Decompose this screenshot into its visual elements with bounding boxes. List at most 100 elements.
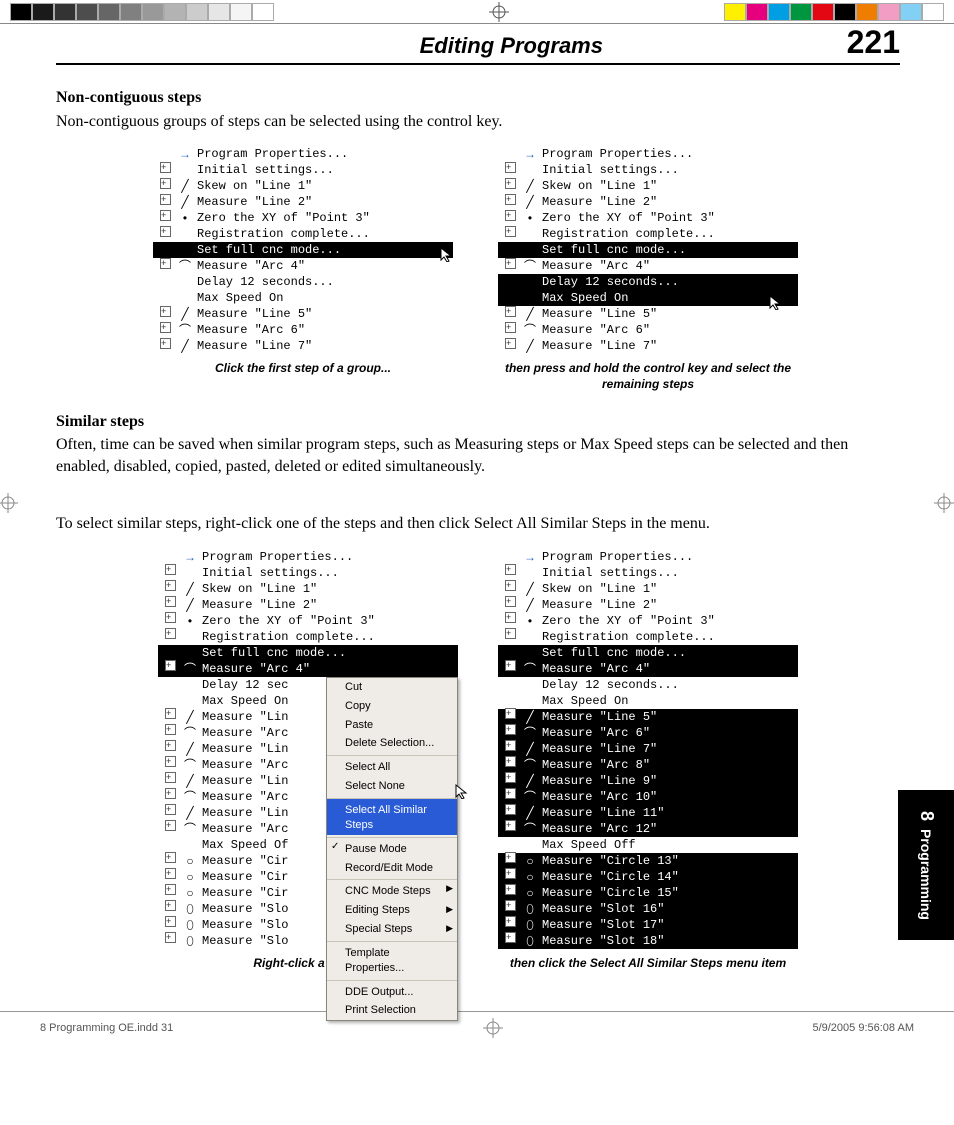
expand-icon[interactable]	[162, 580, 178, 597]
program-step[interactable]: Max Speed On	[498, 693, 798, 709]
program-step[interactable]: ╱Skew on "Line 1"	[498, 178, 798, 194]
expand-icon[interactable]	[502, 740, 518, 757]
menu-item[interactable]: Record/Edit Mode	[327, 859, 457, 878]
program-step[interactable]: Initial settings...	[498, 565, 798, 581]
expand-icon[interactable]	[502, 612, 518, 629]
expand-icon[interactable]	[502, 194, 518, 211]
expand-icon[interactable]	[502, 628, 518, 645]
program-step[interactable]: ⌒Measure "Arc 10"	[498, 789, 798, 805]
menu-item[interactable]: Select None	[327, 777, 457, 796]
program-step[interactable]: ⌒Measure "Arc 4"	[498, 258, 798, 274]
expand-icon[interactable]	[502, 226, 518, 243]
program-step[interactable]: ○Measure "Circle 14"	[498, 869, 798, 885]
expand-icon[interactable]	[162, 660, 178, 677]
expand-icon[interactable]	[502, 852, 518, 869]
program-step[interactable]: ⬯Measure "Slot 18"	[498, 933, 798, 949]
expand-icon[interactable]	[502, 564, 518, 581]
expand-icon[interactable]	[162, 852, 178, 869]
expand-icon[interactable]	[157, 306, 173, 323]
expand-icon[interactable]	[502, 660, 518, 677]
expand-icon[interactable]	[162, 628, 178, 645]
menu-item[interactable]: Paste	[327, 716, 457, 735]
program-step[interactable]: Registration complete...	[153, 226, 453, 242]
expand-icon[interactable]	[502, 868, 518, 885]
expand-icon[interactable]	[502, 788, 518, 805]
expand-icon[interactable]	[162, 756, 178, 773]
menu-item[interactable]: Editing Steps▶	[327, 901, 457, 920]
program-step[interactable]: Set full cnc mode...	[158, 645, 458, 661]
expand-icon[interactable]	[157, 162, 173, 179]
expand-icon[interactable]	[502, 306, 518, 323]
program-step[interactable]: ⌒Measure "Arc 6"	[153, 322, 453, 338]
expand-icon[interactable]	[162, 804, 178, 821]
menu-item[interactable]: Select All Similar Steps	[327, 798, 457, 835]
program-step[interactable]: ╱Measure "Line 9"	[498, 773, 798, 789]
program-step[interactable]: ⌒Measure "Arc 4"	[498, 661, 798, 677]
program-step[interactable]: ╱Measure "Line 2"	[153, 194, 453, 210]
menu-item[interactable]: Special Steps▶	[327, 920, 457, 939]
program-step[interactable]: Registration complete...	[498, 226, 798, 242]
program-step[interactable]: →Program Properties...	[498, 146, 798, 162]
expand-icon[interactable]	[157, 338, 173, 355]
expand-icon[interactable]	[157, 210, 173, 227]
expand-icon[interactable]	[162, 708, 178, 725]
menu-item[interactable]: Template Properties...	[327, 941, 457, 978]
program-step[interactable]: ⬯Measure "Slot 17"	[498, 917, 798, 933]
expand-icon[interactable]	[162, 916, 178, 933]
expand-icon[interactable]	[502, 724, 518, 741]
expand-icon[interactable]	[162, 900, 178, 917]
program-step[interactable]: Set full cnc mode...	[498, 645, 798, 661]
menu-item[interactable]: Cut	[327, 678, 457, 697]
program-step[interactable]: ⌒Measure "Arc 12"	[498, 821, 798, 837]
program-step[interactable]: ╱Measure "Line 2"	[498, 194, 798, 210]
program-step[interactable]: ⌒Measure "Arc 6"	[498, 322, 798, 338]
program-step[interactable]: Delay 12 seconds...	[498, 677, 798, 693]
expand-icon[interactable]	[502, 756, 518, 773]
expand-icon[interactable]	[162, 788, 178, 805]
menu-item[interactable]: Delete Selection...	[327, 734, 457, 753]
expand-icon[interactable]	[157, 178, 173, 195]
program-step[interactable]: ⬯Measure "Slot 16"	[498, 901, 798, 917]
expand-icon[interactable]	[502, 258, 518, 275]
expand-icon[interactable]	[502, 210, 518, 227]
expand-icon[interactable]	[502, 580, 518, 597]
program-step[interactable]: ⌒Measure "Arc 6"	[498, 725, 798, 741]
program-step[interactable]: Registration complete...	[498, 629, 798, 645]
program-step[interactable]: Max Speed On	[153, 290, 453, 306]
expand-icon[interactable]	[157, 194, 173, 211]
program-step[interactable]: Delay 12 seconds...	[498, 274, 798, 290]
expand-icon[interactable]	[157, 226, 173, 243]
expand-icon[interactable]	[502, 820, 518, 837]
program-step[interactable]: •Zero the XY of "Point 3"	[158, 613, 458, 629]
menu-item[interactable]: DDE Output...	[327, 980, 457, 1002]
expand-icon[interactable]	[502, 916, 518, 933]
program-step[interactable]: ╱Skew on "Line 1"	[158, 581, 458, 597]
program-step[interactable]: ╱Skew on "Line 1"	[153, 178, 453, 194]
program-step[interactable]: •Zero the XY of "Point 3"	[498, 613, 798, 629]
program-step[interactable]: ╱Measure "Line 7"	[498, 741, 798, 757]
expand-icon[interactable]	[162, 884, 178, 901]
menu-item[interactable]: CNC Mode Steps▶	[327, 879, 457, 901]
program-step[interactable]: ╱Measure "Line 11"	[498, 805, 798, 821]
expand-icon[interactable]	[162, 596, 178, 613]
expand-icon[interactable]	[502, 932, 518, 949]
program-step[interactable]: Max Speed Off	[498, 837, 798, 853]
program-step[interactable]: ╱Measure "Line 5"	[498, 709, 798, 725]
expand-icon[interactable]	[502, 884, 518, 901]
expand-icon[interactable]	[162, 724, 178, 741]
program-step[interactable]: •Zero the XY of "Point 3"	[498, 210, 798, 226]
expand-icon[interactable]	[162, 740, 178, 757]
menu-item[interactable]: Print Selection	[327, 1001, 457, 1020]
program-step[interactable]: →Program Properties...	[158, 549, 458, 565]
expand-icon[interactable]	[502, 178, 518, 195]
expand-icon[interactable]	[162, 932, 178, 949]
program-step[interactable]: ╱Skew on "Line 1"	[498, 581, 798, 597]
menu-item[interactable]: Select All	[327, 755, 457, 777]
program-step[interactable]: ⌒Measure "Arc 4"	[153, 258, 453, 274]
program-step[interactable]: ╱Measure "Line 2"	[498, 597, 798, 613]
expand-icon[interactable]	[162, 612, 178, 629]
program-step[interactable]: Initial settings...	[153, 162, 453, 178]
program-step[interactable]: Max Speed On	[498, 290, 798, 306]
expand-icon[interactable]	[502, 338, 518, 355]
menu-item[interactable]: ✓Pause Mode	[327, 837, 457, 859]
